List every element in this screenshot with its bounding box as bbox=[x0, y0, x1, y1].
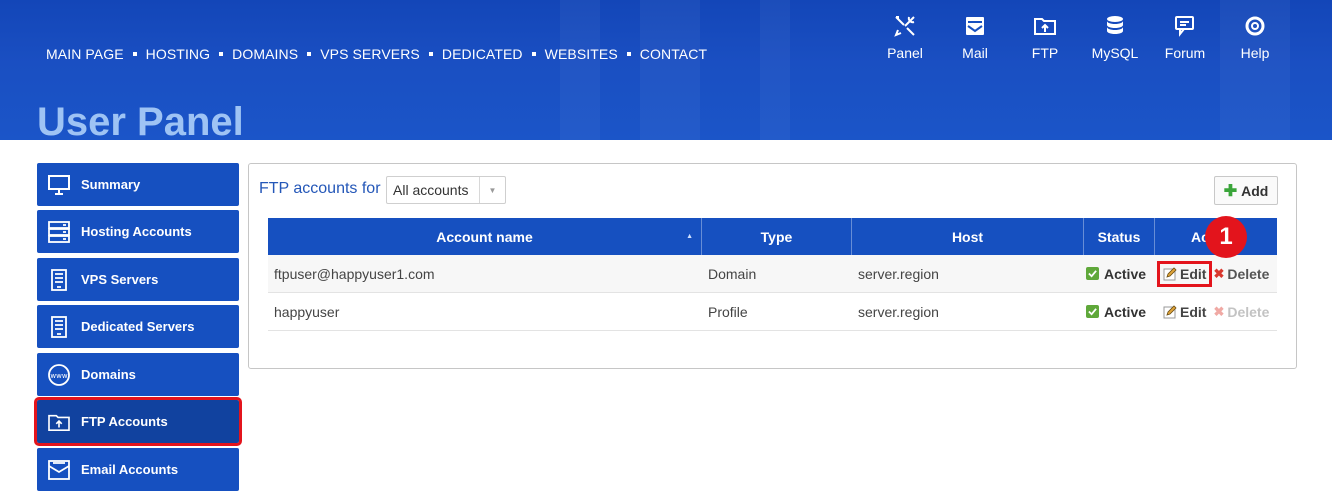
sidebar-item-dedicated-servers[interactable]: Dedicated Servers bbox=[37, 305, 239, 348]
column-header-type[interactable]: Type bbox=[702, 218, 852, 255]
nav-contact[interactable]: CONTACT bbox=[640, 46, 707, 62]
ftp-folder-icon bbox=[1034, 18, 1056, 35]
status-badge: Active bbox=[1086, 266, 1146, 282]
tool-ftp[interactable]: FTP bbox=[1010, 14, 1080, 61]
edit-button[interactable]: Edit bbox=[1156, 260, 1213, 287]
ftp-folder-icon bbox=[47, 410, 71, 434]
server-rack-icon bbox=[47, 220, 71, 244]
quick-tools: Panel Mail FTP MySQL Forum Help bbox=[870, 14, 1290, 61]
tools-icon bbox=[894, 16, 915, 37]
nav-separator bbox=[307, 52, 312, 56]
filter-label: FTP accounts for bbox=[259, 180, 381, 197]
table-row: happyuser Profile server.region Active E… bbox=[268, 293, 1277, 331]
tool-forum[interactable]: Forum bbox=[1150, 14, 1220, 61]
sort-ascending-icon: ▲ bbox=[686, 233, 693, 240]
mail-icon bbox=[966, 17, 984, 35]
nav-separator bbox=[531, 52, 536, 56]
monitor-icon bbox=[47, 173, 71, 197]
chevron-down-icon: ▼ bbox=[479, 177, 505, 203]
host-cell: server.region bbox=[858, 265, 939, 282]
nav-hosting[interactable]: HOSTING bbox=[146, 46, 210, 62]
status-cell: Active bbox=[1084, 293, 1155, 330]
tool-help[interactable]: Help bbox=[1220, 14, 1290, 61]
type-cell: Domain bbox=[708, 265, 757, 282]
table-row: ftpuser@happyuser1.com Domain server.reg… bbox=[268, 255, 1277, 293]
select-value: All accounts bbox=[393, 182, 469, 198]
pencil-icon bbox=[1163, 304, 1177, 318]
sidebar-item-domains[interactable]: www Domains bbox=[37, 353, 239, 396]
ftp-accounts-table: Account name ▲ Type Host Status Ac ftpus… bbox=[268, 218, 1277, 331]
sidebar-item-summary[interactable]: Summary bbox=[37, 163, 239, 206]
forum-icon bbox=[1175, 16, 1194, 37]
delete-x-icon: ✖ bbox=[1213, 303, 1225, 319]
callout-badge: 1 bbox=[1205, 216, 1247, 258]
account-name-cell: happyuser bbox=[274, 303, 340, 320]
nav-main-page[interactable]: MAIN PAGE bbox=[46, 46, 124, 62]
ftp-accounts-panel: FTP accounts for All accounts ▼ ✚ Add Ac… bbox=[248, 163, 1297, 369]
tool-panel[interactable]: Panel bbox=[870, 14, 940, 61]
column-header-status[interactable]: Status bbox=[1084, 218, 1155, 255]
nav-domains[interactable]: DOMAINS bbox=[232, 46, 298, 62]
lifebuoy-icon bbox=[1245, 16, 1265, 36]
main-nav: MAIN PAGE HOSTING DOMAINS VPS SERVERS DE… bbox=[46, 46, 707, 62]
sidebar-item-ftp-accounts[interactable]: FTP Accounts bbox=[34, 397, 242, 446]
edit-button[interactable]: Edit bbox=[1160, 302, 1209, 322]
tool-mysql[interactable]: MySQL bbox=[1080, 14, 1150, 61]
nav-separator bbox=[132, 52, 137, 56]
svg-text:www: www bbox=[50, 372, 67, 380]
plus-icon: ✚ bbox=[1223, 182, 1238, 200]
nav-separator bbox=[626, 52, 631, 56]
actions-cell: Edit ✖ Delete bbox=[1155, 255, 1277, 292]
nav-vps-servers[interactable]: VPS SERVERS bbox=[320, 46, 420, 62]
email-icon bbox=[47, 458, 71, 482]
add-button[interactable]: ✚ Add bbox=[1214, 176, 1278, 205]
nav-separator bbox=[219, 52, 224, 56]
nav-dedicated[interactable]: DEDICATED bbox=[442, 46, 523, 62]
type-cell: Profile bbox=[708, 303, 748, 320]
database-icon bbox=[1107, 16, 1123, 34]
check-icon bbox=[1086, 267, 1099, 280]
table-header: Account name ▲ Type Host Status Ac bbox=[268, 218, 1277, 255]
delete-x-icon: ✖ bbox=[1213, 265, 1225, 281]
host-cell: server.region bbox=[858, 303, 939, 320]
sidebar-item-email-accounts[interactable]: Email Accounts bbox=[37, 448, 239, 491]
dedicated-server-icon bbox=[47, 315, 71, 339]
account-filter-select[interactable]: All accounts ▼ bbox=[386, 176, 506, 204]
actions-cell: Edit ✖ Delete bbox=[1155, 293, 1277, 330]
status-cell: Active bbox=[1084, 255, 1155, 292]
delete-button-disabled: ✖ Delete bbox=[1213, 303, 1270, 320]
tool-mail[interactable]: Mail bbox=[940, 14, 1010, 61]
status-badge: Active bbox=[1086, 304, 1146, 320]
sidebar-item-vps-servers[interactable]: VPS Servers bbox=[37, 258, 239, 301]
site-header: MAIN PAGE HOSTING DOMAINS VPS SERVERS DE… bbox=[0, 0, 1332, 140]
page-title: User Panel bbox=[37, 100, 244, 140]
column-header-host[interactable]: Host bbox=[852, 218, 1084, 255]
check-icon bbox=[1086, 305, 1099, 318]
nav-separator bbox=[428, 52, 433, 56]
vps-icon bbox=[47, 268, 71, 292]
pencil-icon bbox=[1163, 266, 1177, 280]
column-header-account-name[interactable]: Account name ▲ bbox=[268, 218, 702, 255]
delete-button[interactable]: ✖ Delete bbox=[1213, 266, 1269, 282]
nav-websites[interactable]: WEBSITES bbox=[545, 46, 618, 62]
sidebar-item-hosting-accounts[interactable]: Hosting Accounts bbox=[37, 210, 239, 253]
account-name-cell: ftpuser@happyuser1.com bbox=[274, 265, 435, 282]
www-globe-icon: www bbox=[47, 363, 71, 387]
